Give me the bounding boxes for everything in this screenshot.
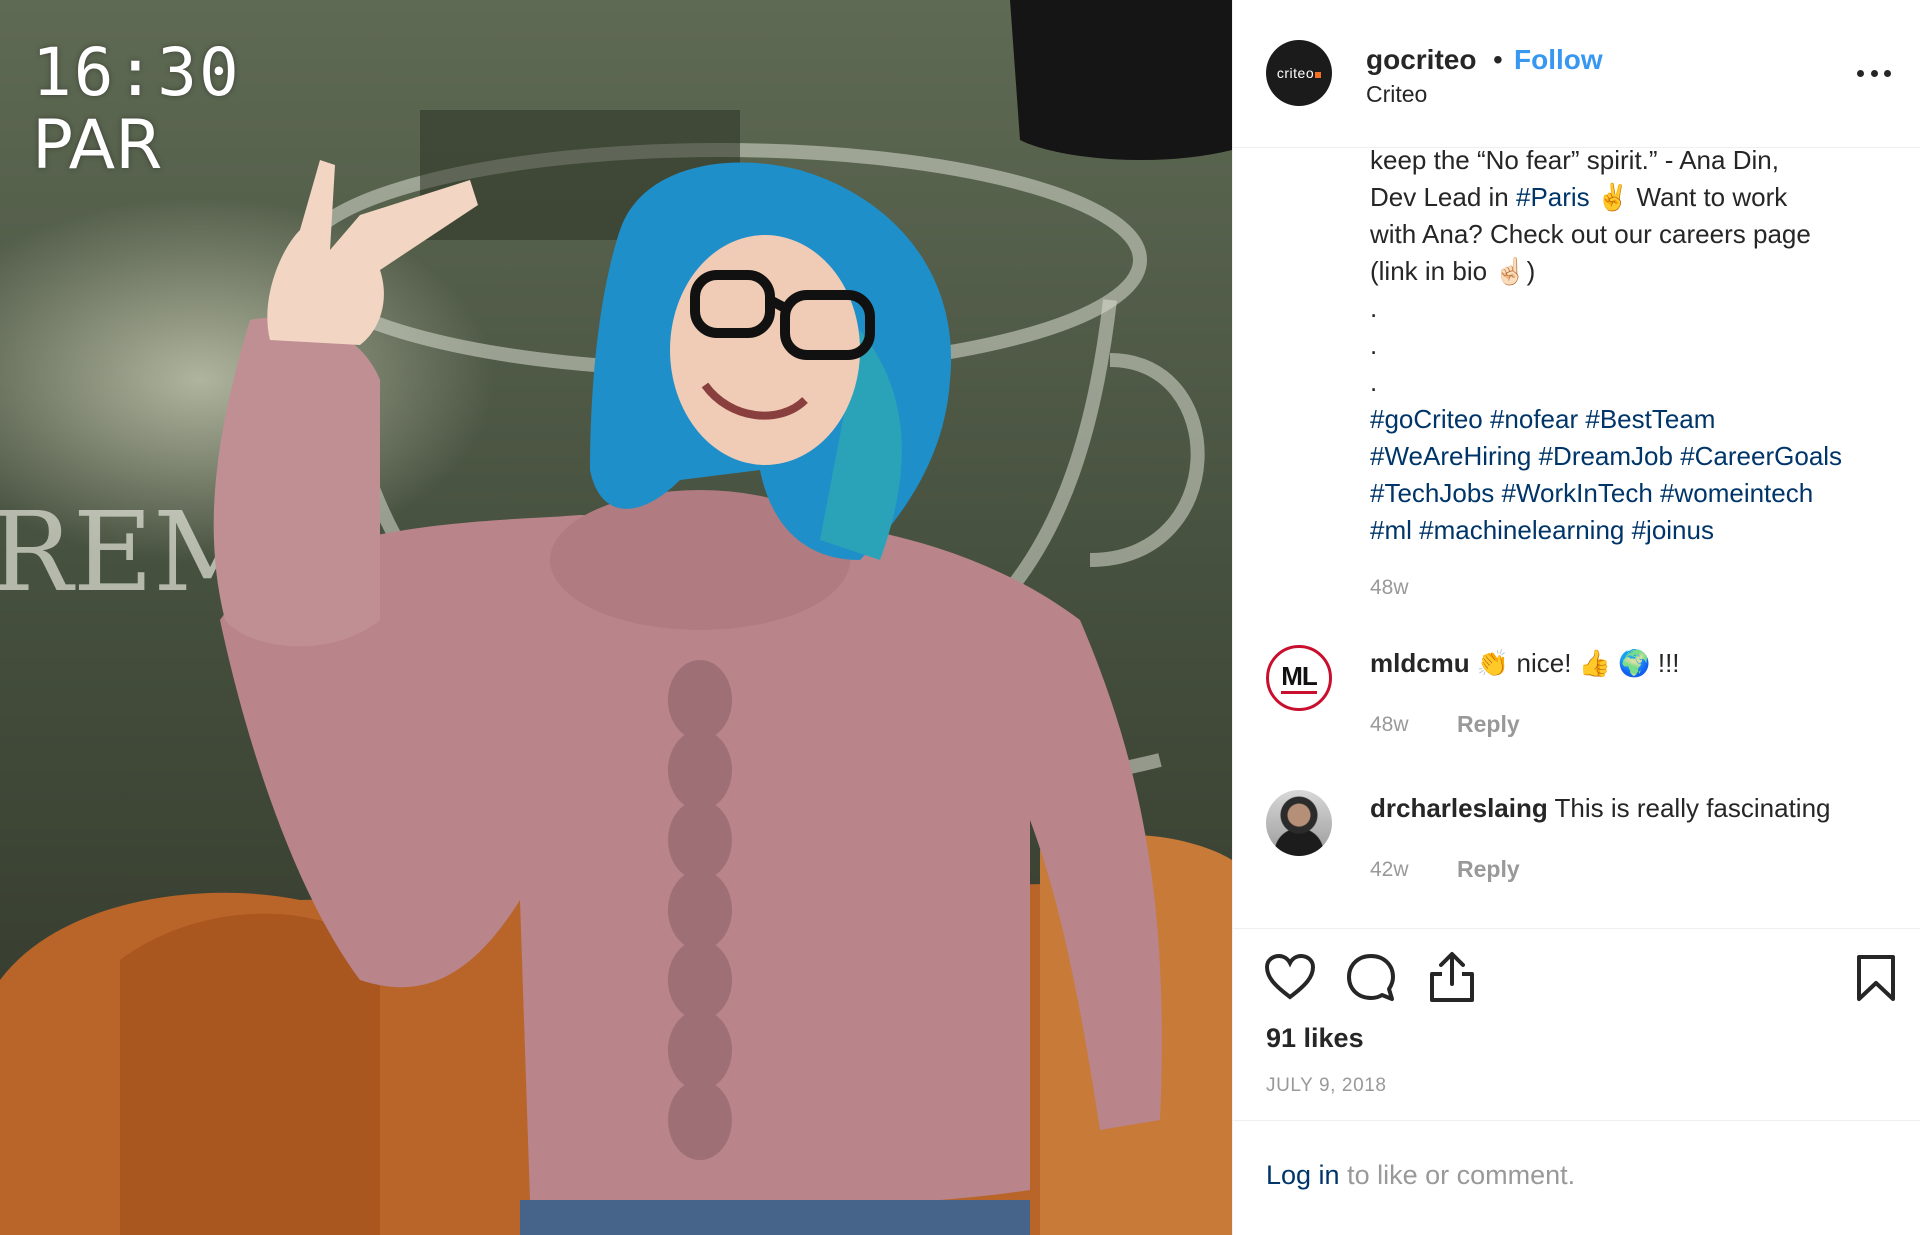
victory-emoji: ✌️ [1596,182,1630,212]
logo-dot-icon [1315,72,1322,78]
likes-count[interactable]: 91 likes [1266,1023,1364,1054]
caption-timestamp[interactable]: 48w [1370,576,1409,600]
bookmark-icon[interactable] [1855,953,1897,1003]
reply-button[interactable]: Reply [1457,856,1520,883]
divider [1233,928,1920,929]
post-header: criteo gocriteo • Follow Criteo [1233,0,1920,148]
photo-illustration: REM [0,0,1232,1235]
avatar[interactable]: criteo [1266,40,1332,106]
caption-line: Dev Lead in #Paris ✌️ Want to work [1370,179,1910,216]
caption-text: ) [1526,256,1536,286]
more-options-icon[interactable] [1857,70,1891,78]
instagram-post: REM 16:30 PAR keep the “No fear” spirit.… [0,0,1920,1235]
login-link[interactable]: Log in [1266,1160,1340,1190]
hashtag-line[interactable]: #goCriteo #nofear #BestTeam [1370,401,1910,438]
comment-timestamp[interactable]: 48w [1370,713,1409,737]
post-caption: keep the “No fear” spirit.” - Ana Din, D… [1370,142,1910,549]
login-prompt: Log in to like or comment. [1266,1160,1575,1191]
avatar-logo-text: ML [1281,660,1318,691]
separator-dot: • [1493,44,1503,75]
city-overlay: PAR [32,106,163,185]
caption-text: Dev Lead in [1370,182,1516,212]
location-link[interactable]: Criteo [1366,81,1427,108]
caption-text: (link in bio [1370,256,1495,286]
avatar-logo-text: criteo [1276,65,1315,81]
hashtag-link[interactable]: #Paris [1516,182,1590,212]
hashtag-line[interactable]: #TechJobs #WorkInTech #womeintech [1370,475,1910,512]
hashtag-line[interactable]: #ml #machinelearning #joinus [1370,512,1910,549]
reply-button[interactable]: Reply [1457,711,1520,738]
caption-line: with Ana? Check out our careers page [1370,219,1811,249]
logo-bar-icon [1281,690,1317,694]
post-date[interactable]: JULY 9, 2018 [1266,1075,1387,1097]
post-side-panel: keep the “No fear” spirit.” - Ana Din, D… [1232,0,1920,1235]
comment-username[interactable]: drcharleslaing [1370,793,1548,823]
login-prompt-text: to like or comment. [1339,1160,1576,1190]
username-link[interactable]: gocriteo [1366,44,1476,76]
hashtag-line[interactable]: #WeAreHiring #DreamJob #CareerGoals [1370,438,1910,475]
comment: mldcmu 👏 nice! 👍 🌍 !!! [1370,648,1680,679]
comment-icon[interactable] [1345,952,1397,1004]
share-icon[interactable] [1427,950,1477,1004]
comment-timestamp[interactable]: 42w [1370,858,1409,882]
comment: drcharleslaing This is really fascinatin… [1370,793,1831,824]
heart-icon[interactable] [1264,953,1316,1001]
caption-line: (link in bio ☝🏻) [1370,253,1910,290]
caption-dot: . [1370,330,1378,360]
comment-text: This is really fascinating [1554,793,1831,823]
divider [1233,1120,1920,1121]
avatar[interactable]: ML [1266,645,1332,711]
time-overlay: 16:30 [32,34,241,111]
caption-dot: . [1370,293,1378,323]
caption-text: Want to work [1629,182,1788,212]
post-photo[interactable]: REM 16:30 PAR [0,0,1232,1235]
avatar[interactable] [1266,790,1332,856]
follow-button[interactable]: Follow [1514,44,1603,76]
comment-username[interactable]: mldcmu [1370,648,1470,678]
caption-dot: . [1370,367,1378,397]
comment-text: 👏 nice! 👍 🌍 !!! [1476,648,1680,678]
pointing-emoji: ☝🏻 [1494,256,1527,286]
